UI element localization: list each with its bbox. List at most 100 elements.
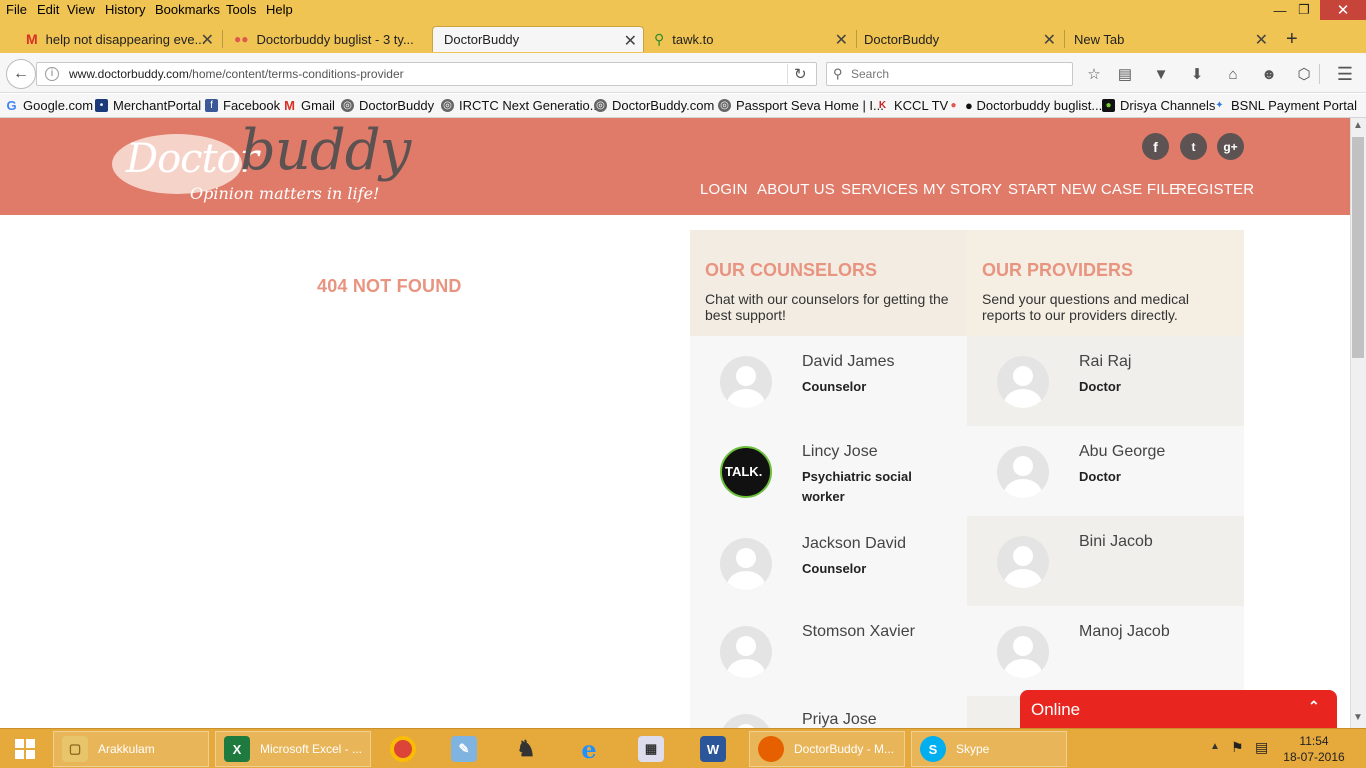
tab-new-tab[interactable]: New Tab ✕	[1068, 26, 1274, 52]
paint-icon[interactable]: ✎	[451, 731, 481, 767]
reading-list-icon[interactable]: ▤	[1114, 63, 1136, 85]
bookmark-drisya[interactable]: ● Drisya Channels	[1102, 98, 1215, 113]
bookmark-star-icon[interactable]: ☆	[1083, 63, 1105, 85]
person-name: Manoj Jacob	[1079, 623, 1170, 640]
nav-about-us[interactable]: ABOUT US	[757, 181, 835, 198]
url-bar[interactable]: i www.doctorbuddy.com/home/content/terms…	[36, 62, 817, 86]
twitter-icon[interactable]: t	[1180, 133, 1207, 160]
provider-card[interactable]: Rai Raj Doctor	[967, 336, 1244, 426]
chat-status: Online	[1031, 700, 1081, 719]
bookmark-merchantportal[interactable]: • MerchantPortal	[95, 98, 201, 113]
home-icon[interactable]: ⌂	[1222, 63, 1244, 85]
nav-services[interactable]: SERVICES	[841, 181, 918, 198]
calculator-icon[interactable]: ▦	[638, 731, 668, 767]
scroll-up-icon[interactable]: ▲	[1353, 120, 1363, 131]
extension-icon[interactable]: ⬡	[1293, 63, 1315, 85]
counselor-card[interactable]: David James Counselor	[690, 336, 967, 426]
bookmark-doctorbuddy-com[interactable]: ◎ DoctorBuddy.com	[594, 98, 714, 113]
bookmark-gmail[interactable]: M Gmail	[283, 98, 335, 113]
close-tab-icon[interactable]: ✕	[1043, 30, 1056, 50]
close-tab-icon[interactable]: ✕	[201, 30, 214, 50]
taskbar-skype[interactable]: S Skype	[911, 731, 1067, 767]
nav-login[interactable]: LOGIN	[700, 181, 748, 198]
close-tab-icon[interactable]: ✕	[624, 31, 637, 51]
pocket-icon[interactable]: ▼	[1150, 63, 1172, 85]
close-tab-icon[interactable]: ✕	[1255, 30, 1268, 50]
tab-doctorbuddy-2[interactable]: DoctorBuddy ✕	[858, 26, 1062, 52]
person-name: Lincy Jose	[802, 443, 878, 460]
bookmark-passport-seva[interactable]: ◎ Passport Seva Home | I...	[718, 98, 884, 113]
taskbar-explorer[interactable]: ▢ Arakkulam	[53, 731, 209, 767]
person-role: Counselor	[802, 379, 867, 394]
chess-icon[interactable]: ♞	[513, 731, 543, 767]
bookmark-kccl-tv[interactable]: K KCCL TV	[876, 98, 948, 113]
menu-view[interactable]: View	[67, 2, 95, 17]
chrome-icon[interactable]	[390, 731, 420, 767]
new-tab-plus-icon[interactable]: +	[1280, 26, 1308, 52]
system-clock[interactable]: 11:54 18-07-2016	[1282, 733, 1346, 765]
google-plus-icon[interactable]: g+	[1217, 133, 1244, 160]
bookmark-google[interactable]: G Google.com	[5, 98, 93, 113]
person-name: Stomson Xavier	[802, 623, 915, 640]
bookmark-facebook[interactable]: f Facebook	[205, 98, 280, 113]
info-icon[interactable]: i	[45, 67, 59, 81]
provider-card[interactable]: Bini Jacob	[967, 516, 1244, 606]
tab-label: DoctorBuddy	[864, 31, 940, 47]
tab-gmail[interactable]: M help not disappearing eve... ✕	[20, 26, 220, 52]
windows-start-icon[interactable]	[6, 731, 44, 767]
counselor-card[interactable]: Stomson Xavier	[690, 606, 967, 696]
tab-buglist[interactable]: ●● Doctorbuddy buglist - 3 ty...	[228, 26, 430, 52]
bookmark-irctc[interactable]: ◎ IRCTC Next Generatio...	[441, 98, 601, 113]
hamburger-menu-icon[interactable]: ☰	[1334, 63, 1356, 85]
tray-chevron-icon[interactable]: ▲	[1210, 741, 1220, 752]
counselors-header: OUR COUNSELORS Chat with our counselors …	[690, 230, 967, 336]
close-window-icon[interactable]: ✕	[1320, 0, 1366, 20]
nav-register[interactable]: REGISTER	[1176, 181, 1254, 198]
counselor-card[interactable]: Jackson David Counselor	[690, 518, 967, 608]
provider-card[interactable]: Manoj Jacob	[967, 606, 1244, 696]
tab-tawk[interactable]: ⚲ tawk.to ✕	[648, 26, 854, 52]
menu-tools[interactable]: Tools	[226, 2, 256, 17]
download-icon[interactable]: ⬇	[1186, 63, 1208, 85]
bookmark-buglist[interactable]: ● ● Doctorbuddy buglist...	[947, 98, 1102, 113]
back-arrow-icon[interactable]: ←	[6, 59, 36, 89]
tab-doctorbuddy-active[interactable]: DoctorBuddy ✕	[432, 26, 644, 52]
tab-label: tawk.to	[672, 31, 714, 47]
taskbar-firefox[interactable]: DoctorBuddy - M...	[749, 731, 905, 767]
bookmark-doctorbuddy[interactable]: ◎ DoctorBuddy	[341, 98, 434, 113]
counselor-card[interactable]: TALK. Lincy Jose Psychiatric social work…	[690, 426, 967, 516]
counselor-card[interactable]: Priya Jose	[690, 694, 967, 728]
kccl-icon: K	[878, 100, 887, 111]
menu-file[interactable]: File	[6, 2, 27, 17]
scroll-down-icon[interactable]: ▼	[1353, 712, 1363, 723]
bookmark-bsnl[interactable]: ✦ BSNL Payment Portal	[1213, 98, 1357, 113]
person-role: Doctor	[1079, 379, 1121, 394]
reload-icon[interactable]: ↻	[794, 65, 807, 83]
internet-explorer-icon[interactable]: e	[576, 731, 606, 767]
chat-widget[interactable]: Online ⌃	[1020, 690, 1337, 728]
globe-icon: ◎	[341, 99, 354, 112]
close-tab-icon[interactable]: ✕	[835, 30, 848, 50]
menu-edit[interactable]: Edit	[37, 2, 59, 17]
facebook-icon[interactable]: f	[1142, 133, 1169, 160]
chat-icon[interactable]: ☻	[1258, 63, 1280, 85]
search-input[interactable]: ⚲ Search	[826, 62, 1073, 86]
nav-my-story[interactable]: MY STORY	[923, 181, 1002, 198]
logo-buddy[interactable]: buddy	[240, 118, 411, 183]
menu-history[interactable]: History	[105, 2, 145, 17]
chevron-up-icon[interactable]: ⌃	[1308, 698, 1320, 715]
person-role: Doctor	[1079, 469, 1121, 484]
avatar	[997, 356, 1049, 408]
taskbar-excel[interactable]: X Microsoft Excel - ...	[215, 731, 371, 767]
counselors-desc: Chat with our counselors for getting the…	[705, 291, 949, 323]
menu-bookmarks[interactable]: Bookmarks	[155, 2, 220, 17]
flag-icon[interactable]: ⚑	[1231, 739, 1244, 756]
network-icon[interactable]: ▤	[1255, 739, 1268, 756]
nav-start-new-case-file[interactable]: START NEW CASE FILE	[1008, 181, 1179, 198]
scroll-thumb[interactable]	[1352, 137, 1364, 358]
menu-help[interactable]: Help	[266, 2, 293, 17]
bsnl-icon: ✦	[1215, 100, 1224, 111]
word-icon[interactable]: W	[700, 731, 730, 767]
provider-card[interactable]: Abu George Doctor	[967, 426, 1244, 516]
logo-doctor[interactable]: Doctor	[126, 136, 259, 182]
